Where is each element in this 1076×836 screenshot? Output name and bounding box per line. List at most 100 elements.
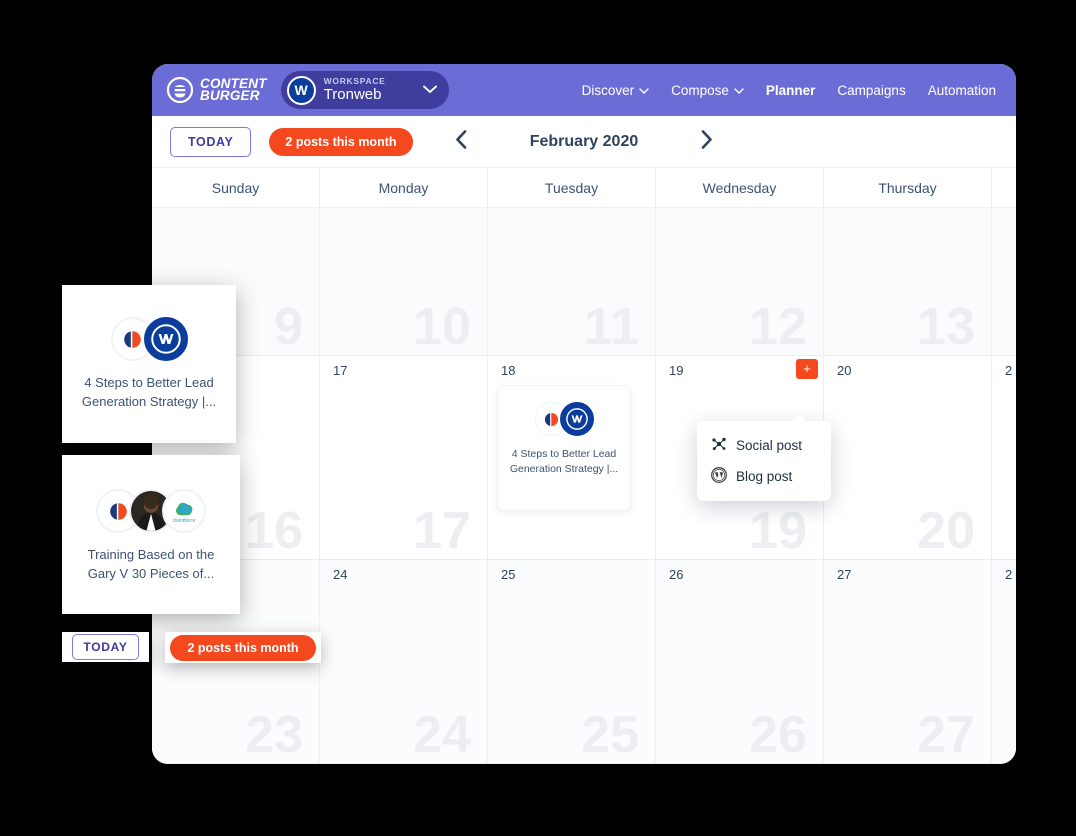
day-cell[interactable]: 25 25 <box>488 560 656 763</box>
day-number: 27 <box>837 567 852 582</box>
floating-post-card-1[interactable]: 4 Steps to Better Lead Generation Strate… <box>62 285 236 443</box>
weekday-wednesday: Wednesday <box>656 168 824 207</box>
day-cell[interactable]: 11 <box>488 208 656 355</box>
floating-posts-label: 2 posts this month <box>170 634 316 661</box>
weekday-thursday: Thursday <box>824 168 992 207</box>
day-cell[interactable]: 10 <box>320 208 488 355</box>
svg-text:clientforce: clientforce <box>173 518 196 524</box>
menu-label-social-post: Social post <box>736 438 803 453</box>
day-number: 2 <box>1005 567 1013 582</box>
nav-item-compose[interactable]: Compose <box>671 83 744 98</box>
chevron-down-icon <box>734 83 744 98</box>
day-cell[interactable] <box>992 208 1016 355</box>
workspace-name: Tronweb <box>323 86 382 104</box>
nav-item-campaigns[interactable]: Campaigns <box>837 83 905 98</box>
day-number: 18 <box>501 363 516 378</box>
chevron-down-icon <box>639 83 649 98</box>
nav-label-campaigns: Campaigns <box>837 82 906 98</box>
chevron-left-icon[interactable] <box>455 130 467 153</box>
day-cell[interactable]: 13 <box>824 208 992 355</box>
floating-post-card-2[interactable]: clientforce Training Based on the Gary V… <box>62 455 240 614</box>
workspace-label: WORKSPACE <box>323 76 386 87</box>
calendar-grid: 9 10 11 12 13 16 17 17 18 4 Steps to Bet… <box>152 208 1016 764</box>
day-watermark: 20 <box>917 502 975 560</box>
day-cell[interactable]: 26 26 <box>656 560 824 763</box>
brand-logo[interactable]: CONTENT BURGER <box>166 76 267 104</box>
weekday-header-row: Sunday Monday Tuesday Wednesday Thursday <box>152 168 1016 208</box>
workspace-selector[interactable]: W WORKSPACE Tronweb <box>280 71 449 109</box>
main-nav: Discover Compose Planner Campaigns Autom… <box>582 83 1016 98</box>
week-row: 9 10 11 12 13 <box>152 208 1016 356</box>
menu-item-blog-post[interactable]: Blog post <box>697 461 831 492</box>
workspace-avatar: W <box>286 75 316 105</box>
brand-wordmark: CONTENT BURGER <box>200 76 267 103</box>
nav-label-planner: Planner <box>765 82 816 98</box>
floating-card-title-2: Training Based on the Gary V 30 Pieces o… <box>87 547 215 581</box>
floating-posts-badge[interactable]: 2 posts this month <box>165 632 321 663</box>
day-watermark: 26 <box>749 706 807 764</box>
weekday-monday: Monday <box>320 168 488 207</box>
floating-today-label: TODAY <box>72 634 139 660</box>
day-cell[interactable]: 17 17 <box>320 356 488 559</box>
day-watermark: 23 <box>245 706 303 764</box>
week-row: 16 17 17 18 4 Steps to Better Lead Gener… <box>152 356 1016 560</box>
day-number: 26 <box>669 567 684 582</box>
nav-label-automation: Automation <box>927 82 996 98</box>
avatar-stack: clientforce <box>96 489 206 533</box>
day-cell[interactable]: 12 <box>656 208 824 355</box>
wordpress-icon <box>711 467 727 486</box>
posts-count-badge[interactable]: 2 posts this month <box>269 127 413 156</box>
current-month-label: February 2020 <box>529 132 639 150</box>
day-number: 25 <box>501 567 516 582</box>
avatar-stack <box>110 317 188 361</box>
day-watermark: 13 <box>917 298 975 356</box>
nav-item-planner[interactable]: Planner <box>766 83 816 98</box>
tronweb-avatar <box>559 402 594 436</box>
day-watermark: 9 <box>274 298 303 356</box>
brand-line-2: BURGER <box>200 88 260 103</box>
day-cell[interactable]: 2 <box>992 356 1016 559</box>
clientforce-avatar: clientforce <box>162 489 206 533</box>
chevron-down-icon <box>422 81 437 99</box>
day-watermark: 25 <box>581 706 639 764</box>
floating-today-button[interactable]: TODAY <box>62 632 149 662</box>
weekday-sunday: Sunday <box>152 168 320 207</box>
header-bar: CONTENT BURGER W WORKSPACE Tronweb Disco… <box>152 64 1016 116</box>
share-network-icon <box>711 436 727 455</box>
day-number: 24 <box>333 567 348 582</box>
day-watermark: 10 <box>413 298 471 356</box>
add-post-button[interactable]: + <box>796 359 818 379</box>
day-number: 19 <box>669 363 684 378</box>
day-cell[interactable]: 2 <box>992 560 1016 763</box>
day-watermark: 12 <box>749 298 807 356</box>
nav-item-discover[interactable]: Discover <box>582 83 650 98</box>
day-watermark: 11 <box>584 298 639 356</box>
day-cell[interactable]: 18 4 Steps to Better Lead Generation Str… <box>488 356 656 559</box>
content-burger-logo-icon <box>166 76 194 104</box>
chevron-right-icon[interactable] <box>701 130 713 153</box>
day-cell[interactable]: 24 24 <box>320 560 488 763</box>
post-type-menu: Social post Blog post <box>697 414 831 501</box>
tronweb-avatar <box>143 317 188 361</box>
calendar-toolbar: TODAY 2 posts this month February 2020 <box>152 116 1016 168</box>
weekday-tuesday: Tuesday <box>488 168 656 207</box>
day-number: 17 <box>333 363 348 378</box>
post-card[interactable]: 4 Steps to Better Lead Generation Strate… <box>497 385 631 511</box>
day-number: 20 <box>837 363 852 378</box>
day-number: 2 <box>1005 363 1013 378</box>
day-watermark: 27 <box>917 706 975 764</box>
day-watermark: 16 <box>245 502 303 560</box>
weekday-partial <box>992 168 1016 207</box>
menu-item-social-post[interactable]: Social post <box>697 430 831 461</box>
post-card-title: 4 Steps to Better Lead Generation Strate… <box>509 448 619 476</box>
today-button[interactable]: TODAY <box>170 126 252 157</box>
day-watermark: 19 <box>749 502 807 560</box>
day-watermark: 17 <box>413 502 471 560</box>
nav-item-automation[interactable]: Automation <box>928 83 996 98</box>
nav-label-compose: Compose <box>671 82 729 98</box>
floating-card-title-1: 4 Steps to Better Lead Generation Strate… <box>81 375 217 409</box>
avatar-stack <box>534 402 594 436</box>
nav-label-discover: Discover <box>581 82 635 98</box>
day-cell[interactable]: 20 20 <box>824 356 992 559</box>
day-cell[interactable]: 27 27 <box>824 560 992 763</box>
